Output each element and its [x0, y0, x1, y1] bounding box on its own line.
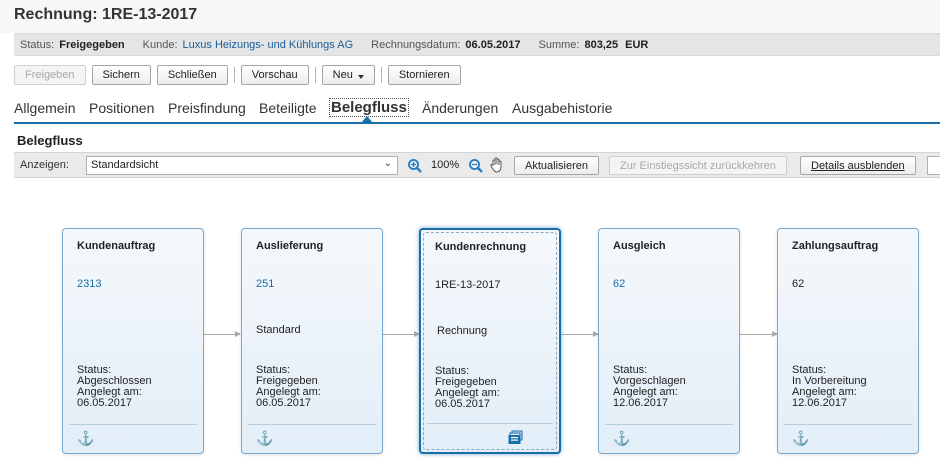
neu-button[interactable]: Neu [321, 65, 375, 85]
node-footer: ⚓ [248, 424, 376, 453]
status-value: Freigegeben [59, 38, 125, 51]
node-status: Status: Abgeschlossen Angelegt am: 06.05… [77, 365, 152, 409]
node-footer: ⚓ [605, 424, 733, 453]
anchor-icon[interactable]: ⚓ [256, 430, 273, 447]
search-input[interactable] [927, 156, 940, 175]
kunde-label: Kunde: [142, 38, 178, 51]
node-number-link[interactable]: 2313 [77, 278, 101, 290]
chevron-down-icon: ⌄ [383, 158, 392, 169]
tab-belegfluss[interactable]: Belegfluss [329, 98, 409, 117]
created-value: 06.05.2017 [435, 398, 491, 410]
zoom-level: 100% [431, 159, 460, 171]
status-label: Status: [20, 38, 55, 51]
aktualisieren-button[interactable]: Aktualisieren [514, 156, 599, 175]
tab-preisfindung[interactable]: Preisfindung [168, 100, 246, 116]
tab-positionen[interactable]: Positionen [89, 100, 154, 116]
freigeben-button[interactable]: Freigeben [14, 65, 86, 85]
created-value: 12.06.2017 [613, 397, 669, 409]
tab-strip: Allgemein Positionen Preisfindung Beteil… [14, 96, 940, 124]
node-number: 62 [792, 278, 805, 290]
node-footer [427, 423, 553, 452]
pan-hand-icon[interactable] [490, 157, 504, 173]
flow-connector [739, 331, 778, 337]
node-title: Zahlungsauftrag [792, 240, 879, 252]
active-tab-indicator [361, 116, 373, 123]
node-status: Status: Freigegeben Angelegt am: 06.05.2… [256, 365, 321, 409]
node-title: Ausgleich [613, 240, 666, 252]
anchor-icon[interactable]: ⚓ [613, 430, 630, 447]
dropdown-caret-icon [357, 74, 364, 79]
sichern-button[interactable]: Sichern [91, 65, 151, 85]
section-title: Belegfluss [17, 133, 83, 148]
details-ausblenden-label: Details ausblenden [811, 159, 905, 172]
einstiegssicht-button[interactable]: Zur Einstiegssicht zurückkehren [609, 156, 787, 175]
node-number-link[interactable]: 62 [613, 278, 625, 290]
created-value: 12.06.2017 [792, 397, 848, 409]
toolbar-separator [380, 67, 382, 83]
toolbar-separator [233, 67, 235, 83]
datum-value: 06.05.2017 [465, 38, 521, 51]
node-title: Kundenrechnung [435, 241, 527, 253]
schliessen-button[interactable]: Schließen [156, 65, 228, 85]
flow-node-kundenrechnung[interactable]: Kundenrechnung 1RE-13-2017 Rechnung Stat… [419, 228, 561, 454]
node-description: Rechnung [437, 325, 488, 337]
header-strip: Status: Freigegeben Kunde: Luxus Heizung… [14, 33, 940, 56]
node-number: 1RE-13-2017 [435, 279, 501, 291]
summe-label: Summe: [538, 38, 580, 51]
vorschau-button[interactable]: Vorschau [240, 65, 309, 85]
anchor-icon[interactable]: ⚓ [77, 430, 94, 447]
node-status: Status: Vorgeschlagen Angelegt am: 12.06… [613, 365, 686, 409]
stornieren-button[interactable]: Stornieren [387, 65, 461, 85]
toolbar-separator [314, 67, 316, 83]
flow-connector [381, 331, 420, 337]
flow-node-zahlungsauftrag[interactable]: Zahlungsauftrag 62 Status: In Vorbereitu… [777, 228, 919, 454]
flow-node-ausgleich[interactable]: Ausgleich 62 Status: Vorgeschlagen Angel… [598, 228, 740, 454]
node-title: Kundenauftrag [77, 240, 156, 252]
node-number-link[interactable]: 251 [256, 278, 274, 290]
focus-outline [423, 232, 557, 450]
created-value: 06.05.2017 [77, 397, 133, 409]
tab-aenderungen[interactable]: Änderungen [422, 100, 498, 116]
anzeigen-label: Anzeigen: [20, 159, 69, 171]
node-footer: ⚓ [784, 424, 912, 453]
neu-label: Neu [332, 69, 353, 81]
kunde-link[interactable]: Luxus Heizungs- und Kühlungs AG [183, 39, 354, 51]
flow-node-auslieferung[interactable]: Auslieferung 251 Standard Status: Freige… [241, 228, 383, 454]
datum-label: Rechnungsdatum: [371, 38, 461, 51]
page-title: Rechnung: 1RE-13-2017 [14, 6, 198, 23]
zoom-out-icon[interactable] [468, 158, 484, 174]
flow-connector [202, 331, 241, 337]
view-select[interactable]: Standardsicht ⌄ [86, 156, 398, 175]
tab-beteiligte[interactable]: Beteiligte [259, 100, 317, 116]
flow-connector [560, 331, 599, 337]
anchor-icon[interactable]: ⚓ [792, 430, 809, 447]
title-bar: Rechnung: 1RE-13-2017 [0, 0, 940, 33]
tab-ausgabehistorie[interactable]: Ausgabehistorie [512, 100, 612, 116]
toolbar: Freigeben Sichern Schließen Vorschau Neu… [14, 64, 467, 86]
node-footer: ⚓ [69, 424, 197, 453]
currency-value: EUR [625, 38, 649, 51]
flow-node-kundenauftrag[interactable]: Kundenauftrag 2313 Status: Abgeschlossen… [62, 228, 204, 454]
view-select-value: Standardsicht [91, 159, 159, 171]
node-title: Auslieferung [256, 240, 324, 252]
view-toolbar: Anzeigen: Standardsicht ⌄ 100% Aktualisi… [14, 152, 940, 178]
node-status: Status: Freigegeben Angelegt am: 06.05.2… [435, 366, 500, 410]
zoom-in-icon[interactable] [407, 158, 423, 174]
details-ausblenden-button[interactable]: Details ausblenden [800, 156, 916, 175]
summe-value: 803,25 [584, 38, 619, 51]
node-status: Status: In Vorbereitung Angelegt am: 12.… [792, 365, 867, 409]
tab-allgemein[interactable]: Allgemein [14, 100, 75, 116]
node-description: Standard [256, 324, 301, 336]
created-value: 06.05.2017 [256, 397, 312, 409]
document-stack-icon[interactable] [508, 430, 524, 445]
